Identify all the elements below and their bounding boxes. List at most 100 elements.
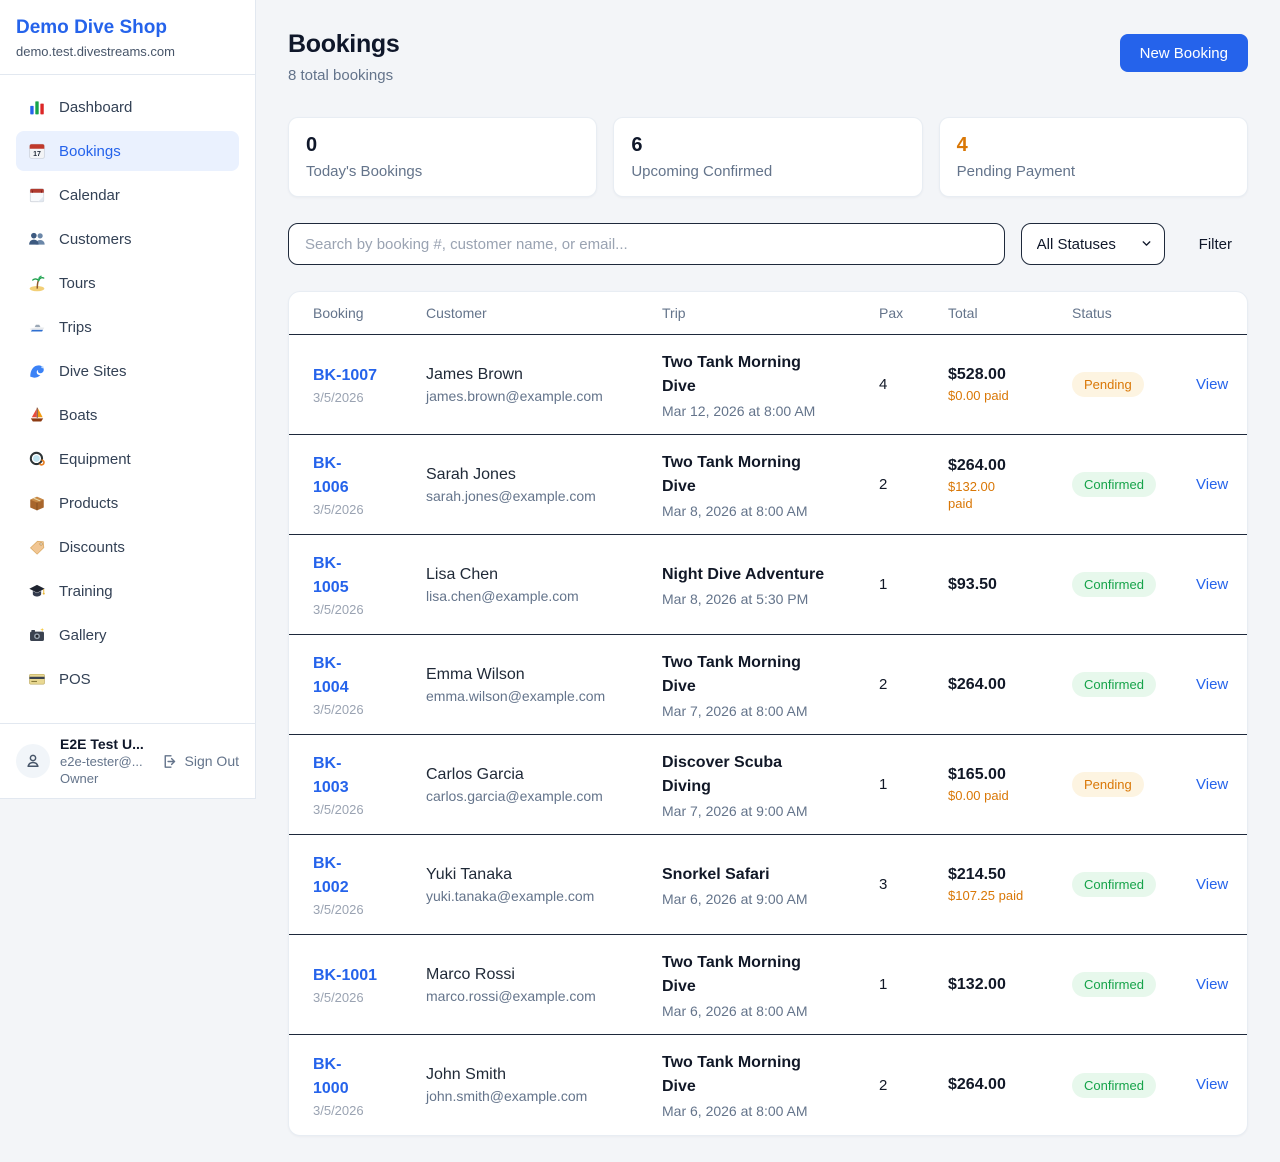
user-role: Owner [60, 771, 151, 786]
booking-date: 3/5/2026 [313, 902, 426, 917]
stats-row: 0Today's Bookings6Upcoming Confirmed4Pen… [288, 117, 1248, 197]
trip-datetime: Mar 12, 2026 at 8:00 AM [662, 403, 879, 419]
customer-email: james.brown@example.com [426, 388, 662, 404]
sidebar-item-dashboard[interactable]: Dashboard [16, 87, 239, 127]
sign-out-label: Sign Out [185, 753, 239, 769]
sidebar-item-dive-sites[interactable]: Dive Sites [16, 351, 239, 391]
view-cell: View [1196, 1076, 1228, 1094]
status-select[interactable]: All Statuses [1021, 223, 1165, 265]
view-link[interactable]: View [1196, 776, 1228, 793]
sidebar-item-label: Boats [59, 407, 97, 424]
view-link[interactable]: View [1196, 476, 1228, 493]
filter-button[interactable]: Filter [1199, 236, 1232, 253]
status-cell: Pending [1072, 372, 1196, 397]
sidebar-item-equipment[interactable]: Equipment [16, 439, 239, 479]
booking-cell: BK-1003 3/5/2026 [313, 752, 426, 817]
total-cell: $528.00 $0.00 paid [948, 366, 1072, 404]
booking-id-link[interactable]: BK-1000 [313, 1053, 349, 1101]
trip-name: Two Tank MorningDive [662, 351, 879, 399]
customer-cell: Sarah Jones sarah.jones@example.com [426, 466, 662, 504]
avatar [16, 744, 50, 778]
speedboat-icon [28, 318, 46, 336]
status-cell: Pending [1072, 772, 1196, 797]
table-row: BK-1006 3/5/2026 Sarah Jones sarah.jones… [289, 435, 1247, 535]
trip-name: Two Tank MorningDive [662, 451, 879, 499]
view-link[interactable]: View [1196, 376, 1228, 393]
users-icon [28, 230, 46, 248]
customer-cell: Carlos Garcia carlos.garcia@example.com [426, 766, 662, 804]
column-header: Customer [426, 305, 662, 321]
customer-email: emma.wilson@example.com [426, 688, 662, 704]
trip-name: Two Tank MorningDive [662, 651, 879, 699]
view-link[interactable]: View [1196, 976, 1228, 993]
stat-card: 0Today's Bookings [288, 117, 597, 197]
column-header: Trip [662, 305, 879, 321]
user-info: E2E Test U... e2e-tester@... Owner [60, 736, 151, 786]
sailboat-icon [28, 406, 46, 424]
filter-row: All Statuses Filter [288, 223, 1248, 265]
shop-name: Demo Dive Shop [16, 17, 239, 39]
stat-value: 4 [957, 134, 1230, 157]
pax-count: 1 [879, 576, 948, 593]
total-cell: $93.50 [948, 576, 1072, 594]
booking-date: 3/5/2026 [313, 1103, 426, 1118]
person-icon [24, 752, 42, 770]
booking-id-link[interactable]: BK-1007 [313, 364, 377, 388]
main-content: Bookings 8 total bookings New Booking 0T… [256, 0, 1280, 1162]
booking-id-link[interactable]: BK-1001 [313, 964, 377, 988]
customer-name: John Smith [426, 1066, 662, 1084]
table-row: BK-1007 3/5/2026 James Brown james.brown… [289, 335, 1247, 435]
sidebar-item-training[interactable]: Training [16, 571, 239, 611]
view-link[interactable]: View [1196, 676, 1228, 693]
trip-datetime: Mar 6, 2026 at 8:00 AM [662, 1103, 879, 1119]
sidebar-item-tours[interactable]: Tours [16, 263, 239, 303]
stat-value: 6 [631, 134, 904, 157]
sidebar-item-trips[interactable]: Trips [16, 307, 239, 347]
page-title: Bookings [288, 30, 400, 59]
customer-cell: Lisa Chen lisa.chen@example.com [426, 566, 662, 604]
view-cell: View [1196, 676, 1228, 694]
booking-id-link[interactable]: BK-1005 [313, 552, 349, 600]
customer-name: James Brown [426, 366, 662, 384]
sidebar-item-boats[interactable]: Boats [16, 395, 239, 435]
total-amount: $214.50 [948, 866, 1072, 884]
search-input[interactable] [288, 223, 1005, 265]
status-badge: Confirmed [1072, 872, 1156, 897]
new-booking-button[interactable]: New Booking [1120, 34, 1248, 72]
sidebar-item-customers[interactable]: Customers [16, 219, 239, 259]
trip-name: Two Tank MorningDive [662, 1051, 879, 1099]
shop-domain: demo.test.divestreams.com [16, 44, 239, 59]
status-cell: Confirmed [1072, 572, 1196, 597]
tear-calendar-icon [28, 186, 46, 204]
view-link[interactable]: View [1196, 1076, 1228, 1093]
booking-id-link[interactable]: BK-1004 [313, 652, 349, 700]
sidebar-item-discounts[interactable]: Discounts [16, 527, 239, 567]
customer-cell: James Brown james.brown@example.com [426, 366, 662, 404]
booking-cell: BK-1000 3/5/2026 [313, 1053, 426, 1118]
view-link[interactable]: View [1196, 876, 1228, 893]
sidebar-item-pos[interactable]: POS [16, 659, 239, 699]
table-row: BK-1001 3/5/2026 Marco Rossi marco.rossi… [289, 935, 1247, 1035]
sidebar-header: Demo Dive Shop demo.test.divestreams.com [0, 0, 255, 75]
booking-id-link[interactable]: BK-1003 [313, 752, 349, 800]
booking-cell: BK-1006 3/5/2026 [313, 452, 426, 517]
customer-email: lisa.chen@example.com [426, 588, 662, 604]
stat-label: Upcoming Confirmed [631, 163, 904, 180]
sidebar-item-calendar[interactable]: Calendar [16, 175, 239, 215]
booking-id-link[interactable]: BK-1002 [313, 852, 349, 900]
sidebar-item-bookings[interactable]: 17Bookings [16, 131, 239, 171]
sidebar-item-products[interactable]: Products [16, 483, 239, 523]
booking-id-link[interactable]: BK-1006 [313, 452, 349, 500]
customer-name: Yuki Tanaka [426, 866, 662, 884]
stat-label: Today's Bookings [306, 163, 579, 180]
total-cell: $132.00 [948, 976, 1072, 994]
sidebar-item-label: Trips [59, 319, 92, 336]
status-cell: Confirmed [1072, 472, 1196, 497]
credit-card-icon [28, 670, 46, 688]
sidebar-item-label: Products [59, 495, 118, 512]
sign-out-button[interactable]: Sign Out [161, 753, 239, 770]
customer-name: Sarah Jones [426, 466, 662, 484]
sidebar-item-gallery[interactable]: Gallery [16, 615, 239, 655]
table-row: BK-1004 3/5/2026 Emma Wilson emma.wilson… [289, 635, 1247, 735]
view-link[interactable]: View [1196, 576, 1228, 593]
